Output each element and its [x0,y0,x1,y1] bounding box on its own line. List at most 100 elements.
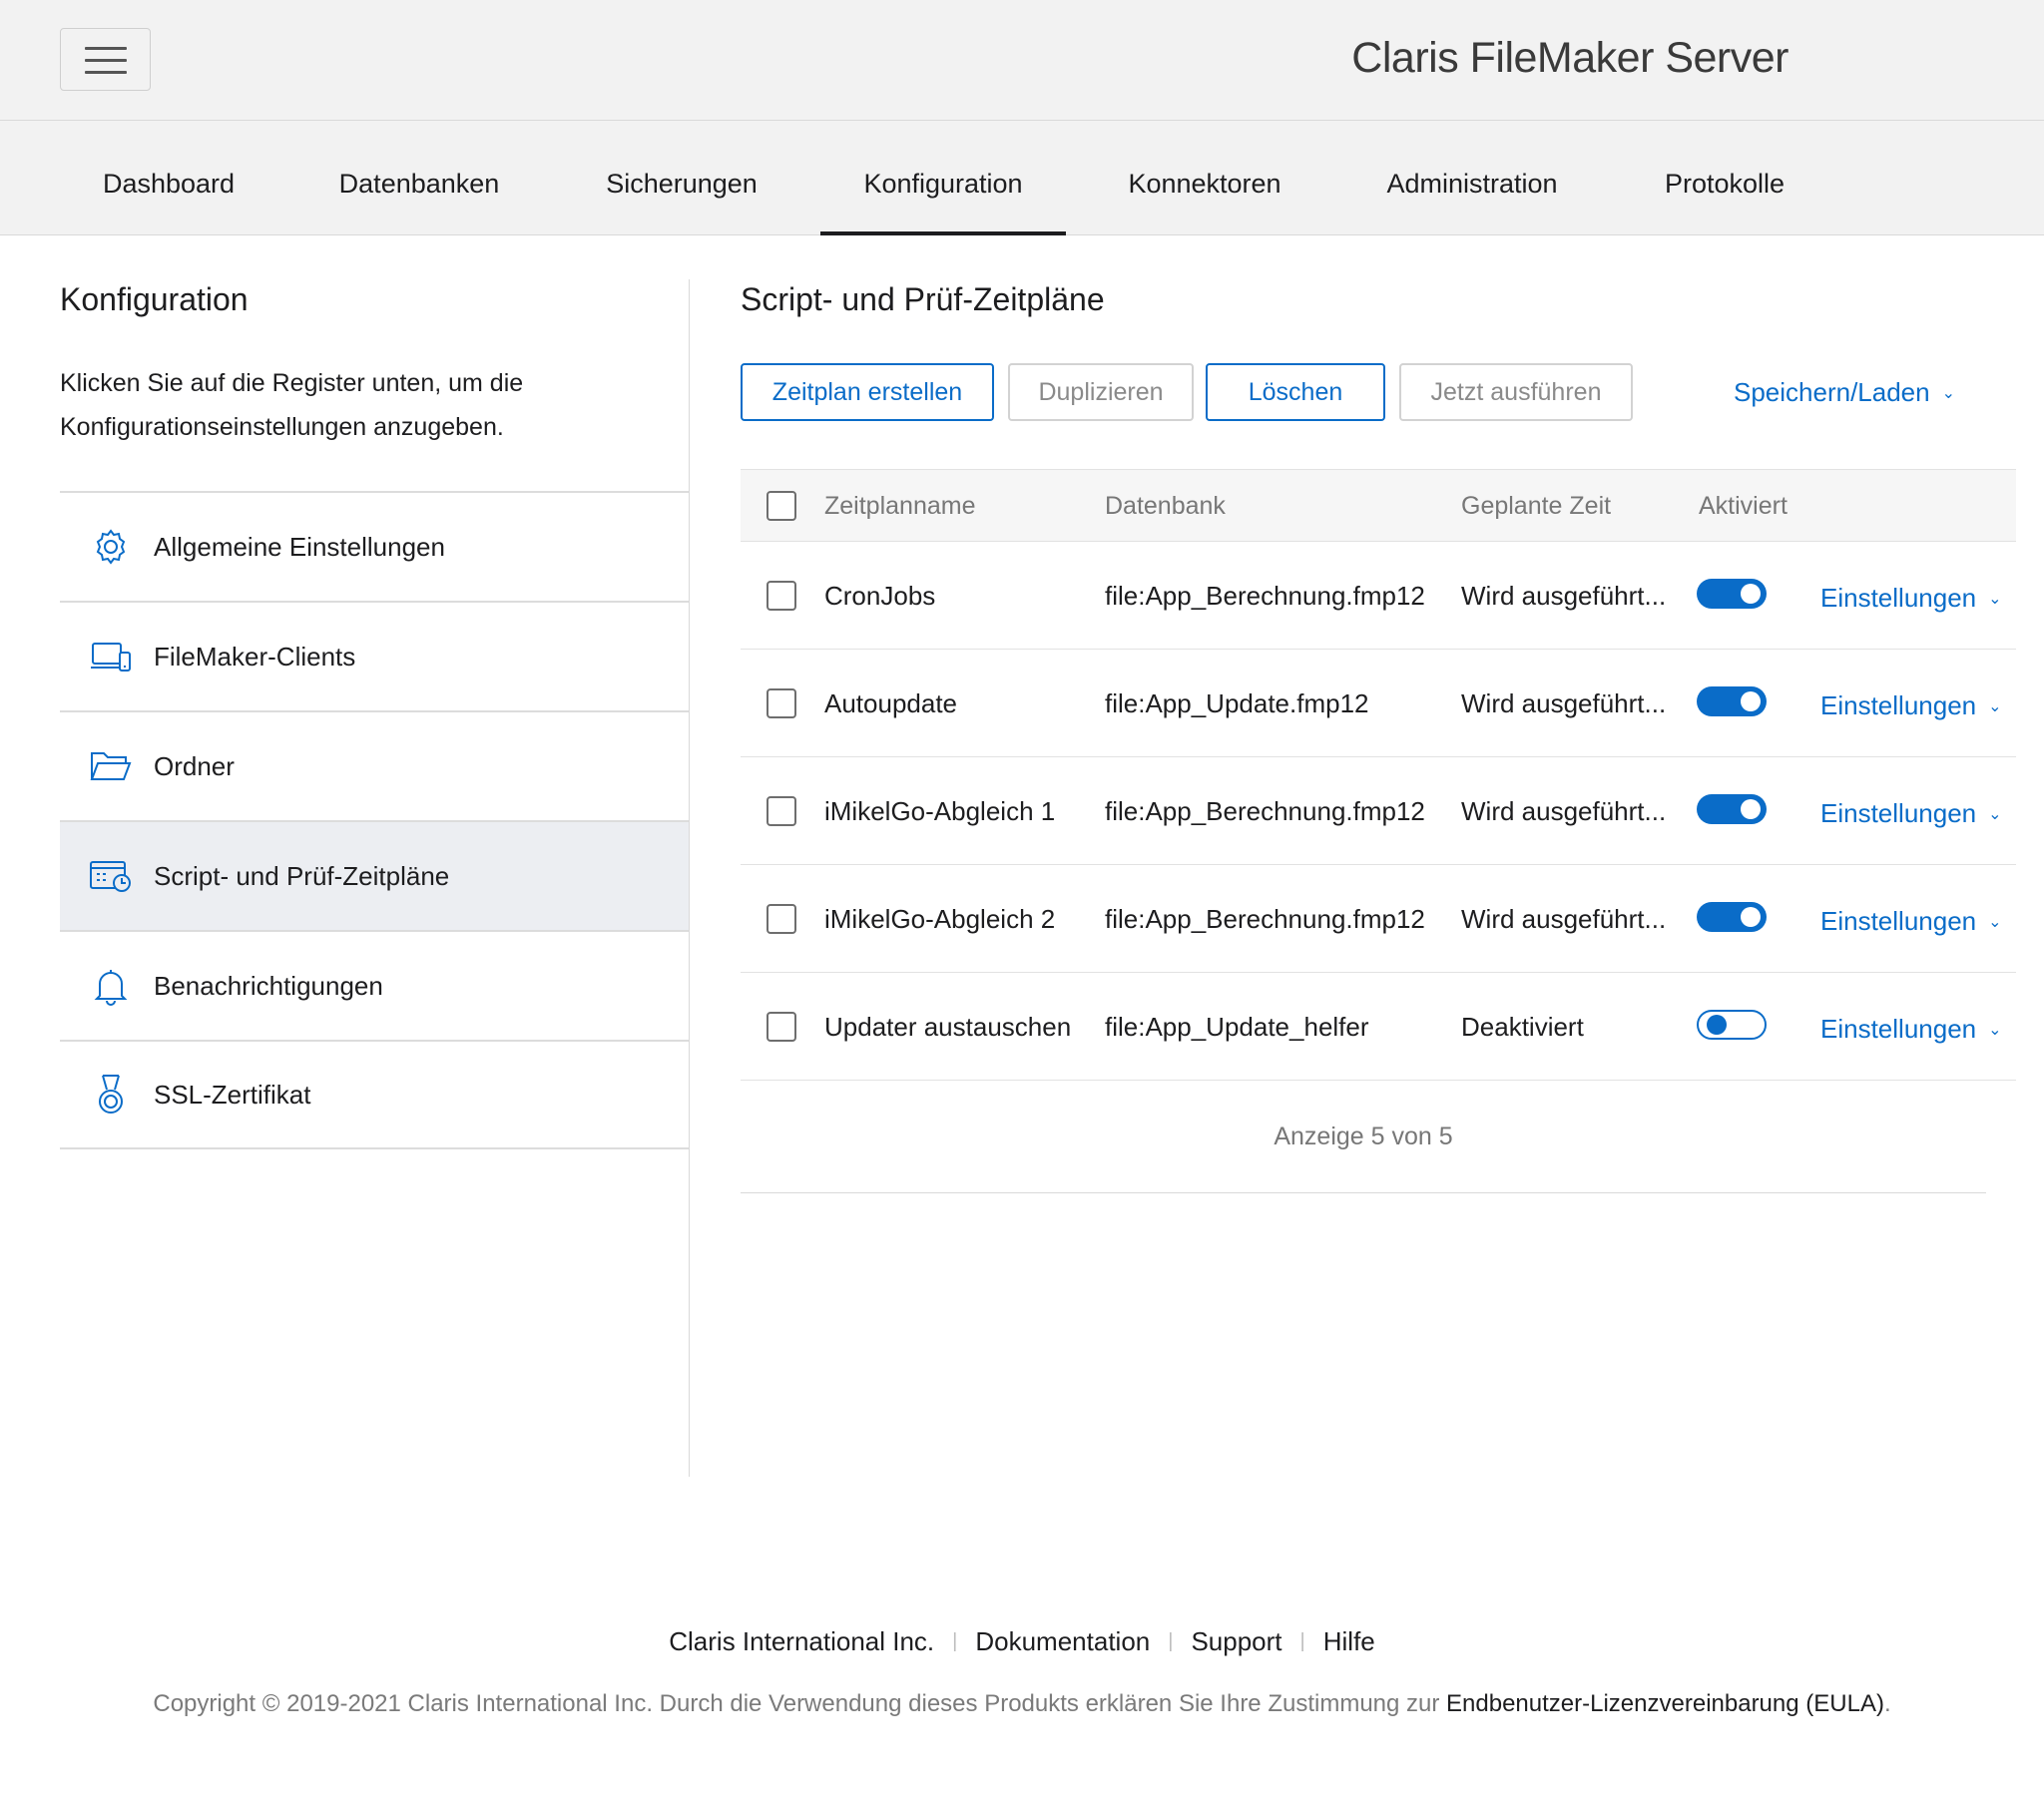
create-schedule-button[interactable]: Zeitplan erstellen [741,363,994,421]
medal-icon [86,1074,136,1116]
chevron-down-icon: ⌄ [1941,385,1956,402]
sidebar-item-general-settings[interactable]: Allgemeine Einstellungen [60,491,689,601]
sidebar-divider [689,279,690,1477]
enabled-toggle[interactable] [1697,686,1767,716]
tab-datenbanken[interactable]: Datenbanken [335,121,503,233]
devices-icon [86,639,136,674]
column-header-enabled[interactable]: Aktiviert [1699,470,1788,543]
schedule-name: iMikelGo-Abgleich 1 [824,796,1056,826]
run-now-button[interactable]: Jetzt ausführen [1399,363,1633,421]
page-title: Script- und Prüf-Zeitpläne [741,281,1105,317]
table-row: CronJobs file:App_Berechnung.fmp12 Wird … [741,542,2016,650]
gear-icon [86,527,136,567]
sidebar-item-ordner[interactable]: Ordner [60,710,689,820]
row-count-text: Anzeige 5 von 5 [1274,1123,1453,1150]
row-checkbox[interactable] [766,581,796,611]
settings-dropdown[interactable]: Einstellungen ⌄ [1820,757,2002,871]
schedule-name: iMikelGo-Abgleich 2 [824,904,1056,934]
footer-link-claris[interactable]: Claris International Inc. [669,1626,934,1656]
schedule-database: file:App_Berechnung.fmp12 [1105,904,1425,934]
tab-administration[interactable]: Administration [1383,121,1561,233]
enabled-toggle[interactable] [1697,794,1767,824]
eula-link[interactable]: Endbenutzer-Lizenzvereinbarung (EULA) [1446,1690,1884,1717]
schedule-name: CronJobs [824,581,936,611]
pagination-row: Anzeige 5 von 5 [741,1081,1986,1193]
sidebar-item-script-schedules[interactable]: Script- und Prüf-Zeitpläne [60,820,689,930]
table-row: iMikelGo-Abgleich 1 file:App_Berechnung.… [741,757,2016,865]
chevron-down-icon: ⌄ [1988,698,2002,715]
enabled-toggle[interactable] [1697,579,1767,609]
tab-konnektoren[interactable]: Konnektoren [1125,121,1284,233]
sidebar-item-label: Ordner [154,750,235,781]
sidebar-item-label: Allgemeine Einstellungen [154,531,445,562]
row-checkbox[interactable] [766,796,796,826]
row-checkbox[interactable] [766,688,796,718]
main-nav-tabs: Dashboard Datenbanken Sicherungen Konfig… [0,121,2044,235]
table-header: Zeitplanname Datenbank Geplante Zeit Akt… [741,469,2016,542]
copyright-suffix: . [1883,1690,1891,1717]
app-title: Claris FileMaker Server [1351,34,1788,82]
hamburger-icon [85,47,127,50]
schedule-database: file:App_Update_helfer [1105,1012,1369,1042]
row-checkbox[interactable] [766,904,796,934]
sidebar-item-label: Benachrichtigungen [154,970,383,1001]
settings-dropdown[interactable]: Einstellungen ⌄ [1820,865,2002,979]
schedule-time: Deaktiviert [1461,1012,1584,1042]
hamburger-menu-button[interactable] [60,28,151,91]
duplicate-button[interactable]: Duplizieren [1008,363,1194,421]
sidebar-title: Konfiguration [60,281,249,317]
schedule-database: file:App_Berechnung.fmp12 [1105,796,1425,826]
column-header-name[interactable]: Zeitplanname [824,470,975,543]
schedule-database: file:App_Berechnung.fmp12 [1105,581,1425,611]
tab-dashboard[interactable]: Dashboard [100,121,238,233]
chevron-down-icon: ⌄ [1988,806,2002,823]
copyright-text: Copyright © 2019-2021 Claris Internation… [0,1690,2044,1718]
sidebar-item-benachrichtigungen[interactable]: Benachrichtigungen [60,930,689,1040]
footer-links: Claris International Inc. | Dokumentation |… [669,1626,1375,1656]
settings-dropdown[interactable]: Einstellungen ⌄ [1820,973,2002,1087]
schedule-time: Wird ausgeführt... [1461,796,1667,826]
enabled-toggle[interactable] [1697,902,1767,932]
column-header-database[interactable]: Datenbank [1105,470,1226,543]
save-load-label: Speichern/Laden [1734,377,1930,407]
column-header-scheduled-time[interactable]: Geplante Zeit [1461,470,1611,543]
schedule-time: Wird ausgeführt... [1461,581,1667,611]
sidebar-list: Allgemeine Einstellungen FileMaker-Clien… [60,491,689,1149]
delete-button[interactable]: Löschen [1206,363,1385,421]
chevron-down-icon: ⌄ [1988,591,2002,608]
save-load-dropdown[interactable]: Speichern/Laden ⌄ [1734,377,1955,408]
row-checkbox[interactable] [766,1012,796,1042]
settings-dropdown[interactable]: Einstellungen ⌄ [1820,650,2002,763]
enabled-toggle[interactable] [1697,1010,1767,1040]
footer-link-help[interactable]: Hilfe [1323,1626,1375,1656]
schedule-time: Wird ausgeführt... [1461,688,1667,718]
table-row: iMikelGo-Abgleich 2 file:App_Berechnung.… [741,865,2016,973]
chevron-down-icon: ⌄ [1988,1022,2002,1039]
top-bar: Claris FileMaker Server [0,0,2044,121]
schedule-time: Wird ausgeführt... [1461,904,1667,934]
schedule-name: Updater austauschen [824,1012,1072,1042]
settings-dropdown[interactable]: Einstellungen ⌄ [1820,542,2002,656]
table-row: Updater austauschen file:App_Update_helf… [741,973,2016,1081]
schedule-name: Autoupdate [824,688,958,718]
sidebar-item-label: FileMaker-Clients [154,641,356,672]
copyright-prefix: Copyright © 2019-2021 Claris Internation… [153,1690,1447,1717]
footer-link-support[interactable]: Support [1191,1626,1281,1656]
schedules-table: Zeitplanname Datenbank Geplante Zeit Akt… [741,469,2016,1193]
calendar-clock-icon [86,859,136,893]
schedule-database: file:App_Update.fmp12 [1105,688,1369,718]
tab-sicherungen[interactable]: Sicherungen [602,121,762,233]
sidebar-item-label: Script- und Prüf-Zeitpläne [154,860,450,891]
bell-icon [86,966,136,1006]
sidebar-item-filemaker-clients[interactable]: FileMaker-Clients [60,601,689,710]
select-all-checkbox[interactable] [766,491,796,521]
sidebar-description: Klicken Sie auf die Register unten, um d… [60,369,524,441]
sidebar-item-label: SSL-Zertifikat [154,1079,311,1110]
sidebar-item-ssl-zertifikat[interactable]: SSL-Zertifikat [60,1040,689,1149]
footer-link-documentation[interactable]: Dokumentation [975,1626,1150,1656]
chevron-down-icon: ⌄ [1988,914,2002,931]
tab-protokolle[interactable]: Protokolle [1661,121,1788,233]
tab-konfiguration[interactable]: Konfiguration [820,121,1066,235]
folder-icon [86,749,136,783]
table-row: Autoupdate file:App_Update.fmp12 Wird au… [741,650,2016,757]
